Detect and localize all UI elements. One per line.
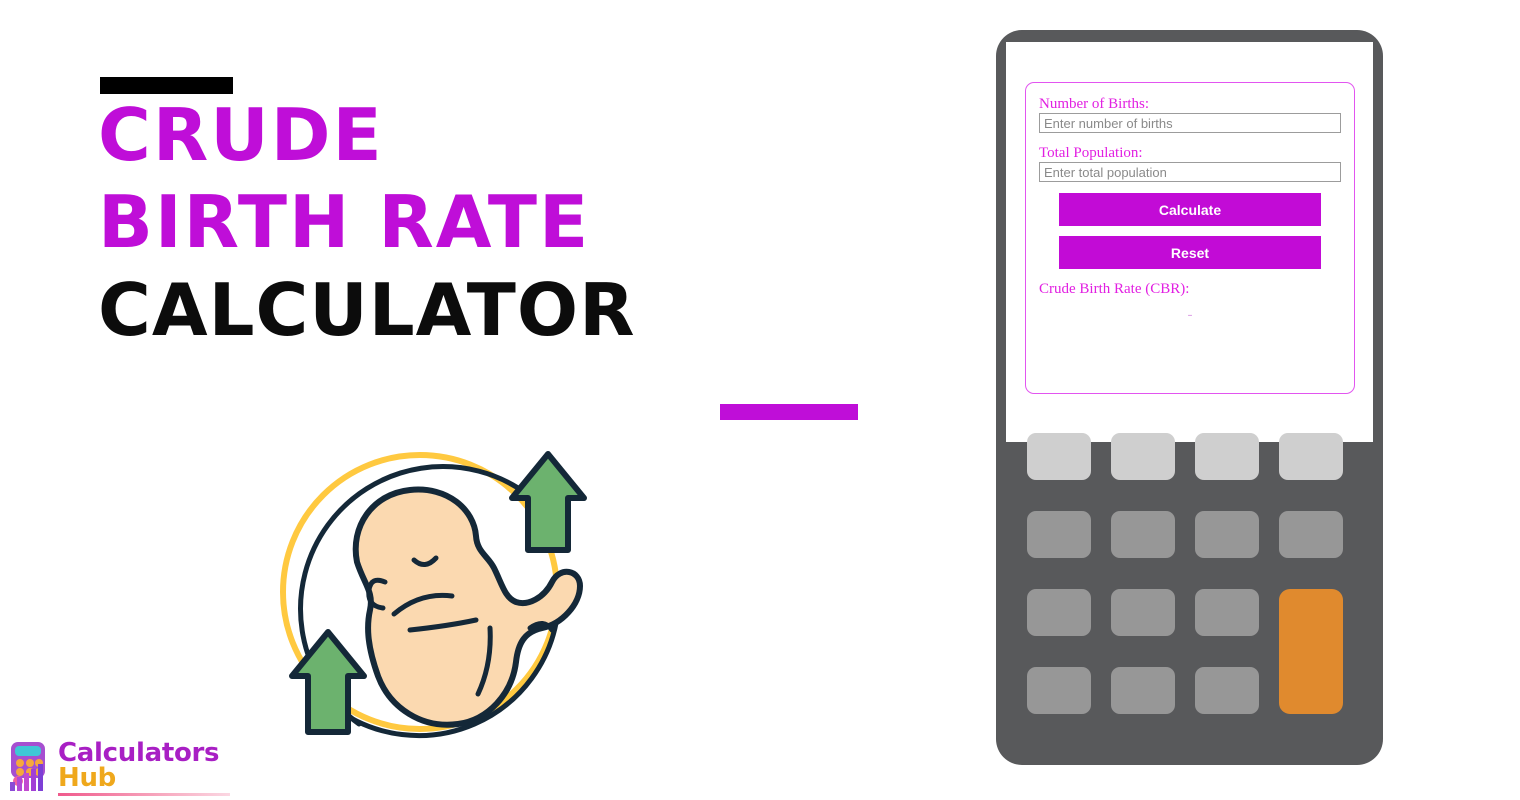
calculate-button[interactable]: Calculate [1059,193,1321,226]
total-population-label: Total Population: [1039,145,1143,161]
keypad-key-r3c2[interactable] [1111,589,1175,636]
keypad-key-r4c2[interactable] [1111,667,1175,714]
calculator-device: Number of Births: Total Population: Calc… [996,30,1383,765]
title-top-rule [100,77,233,94]
keypad-key-r3c1[interactable] [1027,589,1091,636]
number-of-births-input[interactable] [1039,113,1341,133]
keypad-key-r1c3[interactable] [1195,433,1259,480]
logo-word-hub: Hub [58,763,116,793]
keypad-key-equals-tall[interactable] [1279,589,1343,714]
title-line-1: CRUDE [98,93,384,177]
calculator-chart-logo-icon [10,742,45,791]
calculator-screen: Number of Births: Total Population: Calc… [1006,42,1373,442]
title-line-2: BIRTH RATE [98,179,591,264]
logo-wordmark: Calculators Hub [58,740,220,793]
keypad-key-r1c4[interactable] [1279,433,1343,480]
logo-underline [58,793,230,796]
crude-birth-rate-form: Number of Births: Total Population: Calc… [1025,82,1355,394]
title-line-3: CALCULATOR [98,268,636,353]
keypad-key-r2c3[interactable] [1195,511,1259,558]
keypad-key-r1c2[interactable] [1111,433,1175,480]
keypad-key-r1c1[interactable] [1027,433,1091,480]
number-of-births-label: Number of Births: [1039,96,1149,112]
keypad-key-r2c4[interactable] [1279,511,1343,558]
keypad-key-r3c3[interactable] [1195,589,1259,636]
brand-logo[interactable]: Calculators Hub [6,735,236,797]
result-label: Crude Birth Rate (CBR): [1039,281,1190,297]
keypad-key-r4c3[interactable] [1195,667,1259,714]
calculator-keypad [1027,433,1352,758]
title-bottom-rule [720,404,858,420]
page-title: CRUDE BIRTH RATE CALCULATOR [98,93,918,353]
reset-button[interactable]: Reset [1059,236,1321,269]
baby-illustration [280,451,587,738]
hero-panel: CRUDE BIRTH RATE CALCULATOR Calculators … [0,0,960,800]
keypad-key-r2c2[interactable] [1111,511,1175,558]
keypad-key-r2c1[interactable] [1027,511,1091,558]
result-value: - [1187,307,1193,323]
total-population-input[interactable] [1039,162,1341,182]
keypad-key-r4c1[interactable] [1027,667,1091,714]
